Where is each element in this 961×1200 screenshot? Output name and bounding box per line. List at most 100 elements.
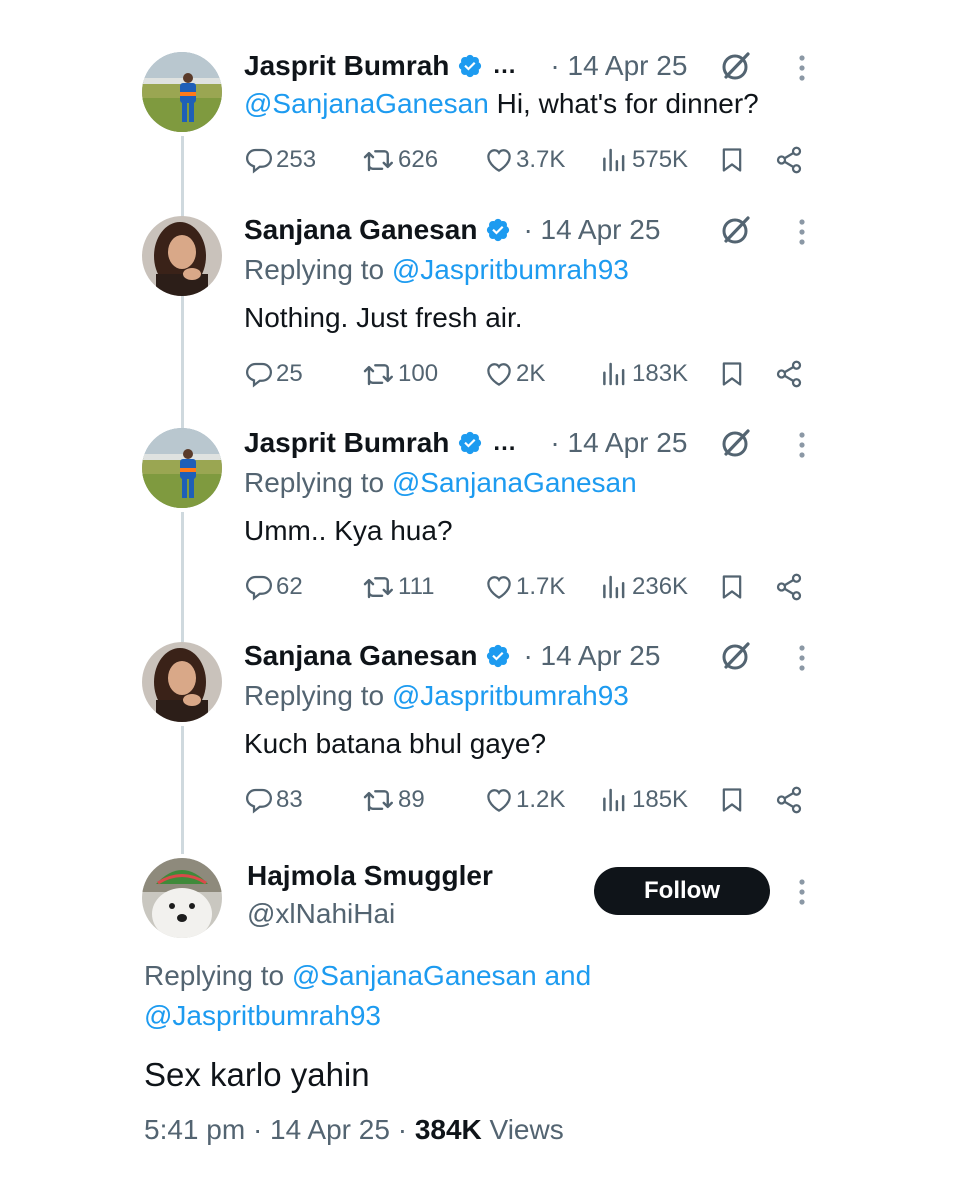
follow-button[interactable]: Follow [594,867,770,915]
views-icon [603,148,625,172]
retweet-button[interactable]: 100 [362,357,438,391]
retweet-button[interactable]: 89 [362,783,425,817]
like-button[interactable]: 1.7K [484,570,565,604]
author-name[interactable]: Jasprit Bumrah [244,427,449,459]
like-count: 3.7K [516,146,566,173]
views-button[interactable]: 183K [600,357,688,391]
like-button[interactable]: 3.7K [484,143,565,177]
retweet-icon [363,577,393,599]
more-options-icon[interactable] [798,218,806,246]
replying-handle-link[interactable]: @SanjanaGanesan [392,467,637,498]
thread-connector [181,512,184,642]
reply-button[interactable]: 62 [244,570,303,604]
share-button[interactable] [774,783,804,817]
replying-prefix: Replying to [244,680,392,711]
share-button[interactable] [774,570,804,604]
bookmark-button[interactable] [718,143,746,177]
tweet-date[interactable]: · 14 Apr 25 [523,214,660,246]
reply-count: 83 [276,786,303,813]
reply-count: 253 [276,146,317,173]
views-button[interactable]: 236K [600,570,688,604]
verified-badge-icon [487,218,510,242]
name-truncation: ... [493,52,517,79]
more-options-icon[interactable] [798,431,806,459]
avatar-hajmola[interactable] [142,858,222,938]
more-options-icon[interactable] [798,644,806,672]
replying-prefix: Replying to [144,960,292,991]
retweet-icon [363,364,393,386]
replying-handle-link[interactable]: @Jaspritbumrah93 [144,1000,381,1031]
avatar-jasprit[interactable] [142,428,222,508]
retweet-button[interactable]: 111 [362,570,434,604]
replying-handle-link[interactable]: @Jaspritbumrah93 [392,254,629,285]
tweet-header: Jasprit Bumrah ... · 14 Apr 25 [244,423,687,463]
like-icon [487,363,511,386]
tweet-text: Nothing. Just fresh air. [244,302,523,333]
reply-count: 62 [276,573,303,600]
reply-icon [245,148,273,174]
share-icon [776,573,802,601]
views-count: 575K [632,146,689,173]
author-name[interactable]: Sanjana Ganesan [244,640,477,672]
share-icon [776,360,802,388]
grok-icon[interactable] [720,214,752,246]
share-icon [776,786,802,814]
avatar-sanjana[interactable] [142,216,222,296]
retweet-icon [363,150,393,172]
name-truncation: ... [493,429,517,456]
tweet-header: Jasprit Bumrah ... · 14 Apr 25 [244,46,687,86]
like-button[interactable]: 2K [484,357,545,391]
bookmark-icon [722,788,742,812]
avatar-jasprit[interactable] [142,52,222,132]
author-name[interactable]: Jasprit Bumrah [244,50,449,82]
reply-button[interactable]: 25 [244,357,303,391]
verified-badge-icon [487,644,510,668]
views-button[interactable]: 575K [600,143,688,177]
like-count: 1.2K [516,786,566,813]
views-icon [603,575,625,599]
mention-link[interactable]: @SanjanaGanesan [244,88,489,119]
views-button[interactable]: 185K [600,783,688,817]
views-icon [603,362,625,386]
grok-icon[interactable] [720,427,752,459]
tweet-timestamp[interactable]: 5:41 pm · 14 Apr 25 · [144,1114,415,1145]
replying-and: and [536,960,592,991]
like-button[interactable]: 1.2K [484,783,565,817]
tweet-date[interactable]: · 14 Apr 25 [523,640,660,672]
views-icon [603,788,625,812]
replying-to: Replying to @SanjanaGanesan and @Jasprit… [144,956,844,1036]
share-button[interactable] [774,143,804,177]
more-options-icon[interactable] [798,878,806,906]
tweet-date[interactable]: · 14 Apr 25 [550,427,687,459]
replying-to: Replying to @Jaspritbumrah93 [244,680,629,712]
tweet-actions: 83 89 1.2K 185K [244,783,804,817]
grok-icon[interactable] [720,640,752,672]
retweet-count: 89 [398,786,425,813]
tweet-actions: 62 111 1.7K 236K [244,570,804,604]
bookmark-icon [722,575,742,599]
reply-button[interactable]: 83 [244,783,303,817]
retweet-count: 100 [398,360,439,387]
author-name[interactable]: Sanjana Ganesan [244,214,477,246]
views-count: 384K [414,1114,482,1145]
thread-connector [181,300,184,428]
share-button[interactable] [774,357,804,391]
replying-handle-link[interactable]: @Jaspritbumrah93 [392,680,629,711]
reply-icon [245,362,273,388]
reply-button[interactable]: 253 [244,143,316,177]
tweet-date[interactable]: · 14 Apr 25 [550,50,687,82]
tweet-meta: 5:41 pm · 14 Apr 25 · 384K Views [144,1114,564,1146]
bookmark-button[interactable] [718,783,746,817]
author-name[interactable]: Hajmola Smuggler [247,860,493,892]
grok-icon[interactable] [720,50,752,82]
replying-handle-link[interactable]: @SanjanaGanesan [292,960,537,991]
bookmark-button[interactable] [718,570,746,604]
more-options-icon[interactable] [798,54,806,82]
reply-icon [245,788,273,814]
avatar-sanjana[interactable] [142,642,222,722]
author-handle[interactable]: @xlNahiHai [247,898,395,930]
bookmark-button[interactable] [718,357,746,391]
retweet-button[interactable]: 626 [362,143,438,177]
views-count: 183K [632,360,689,387]
replying-to: Replying to @SanjanaGanesan [244,467,637,499]
